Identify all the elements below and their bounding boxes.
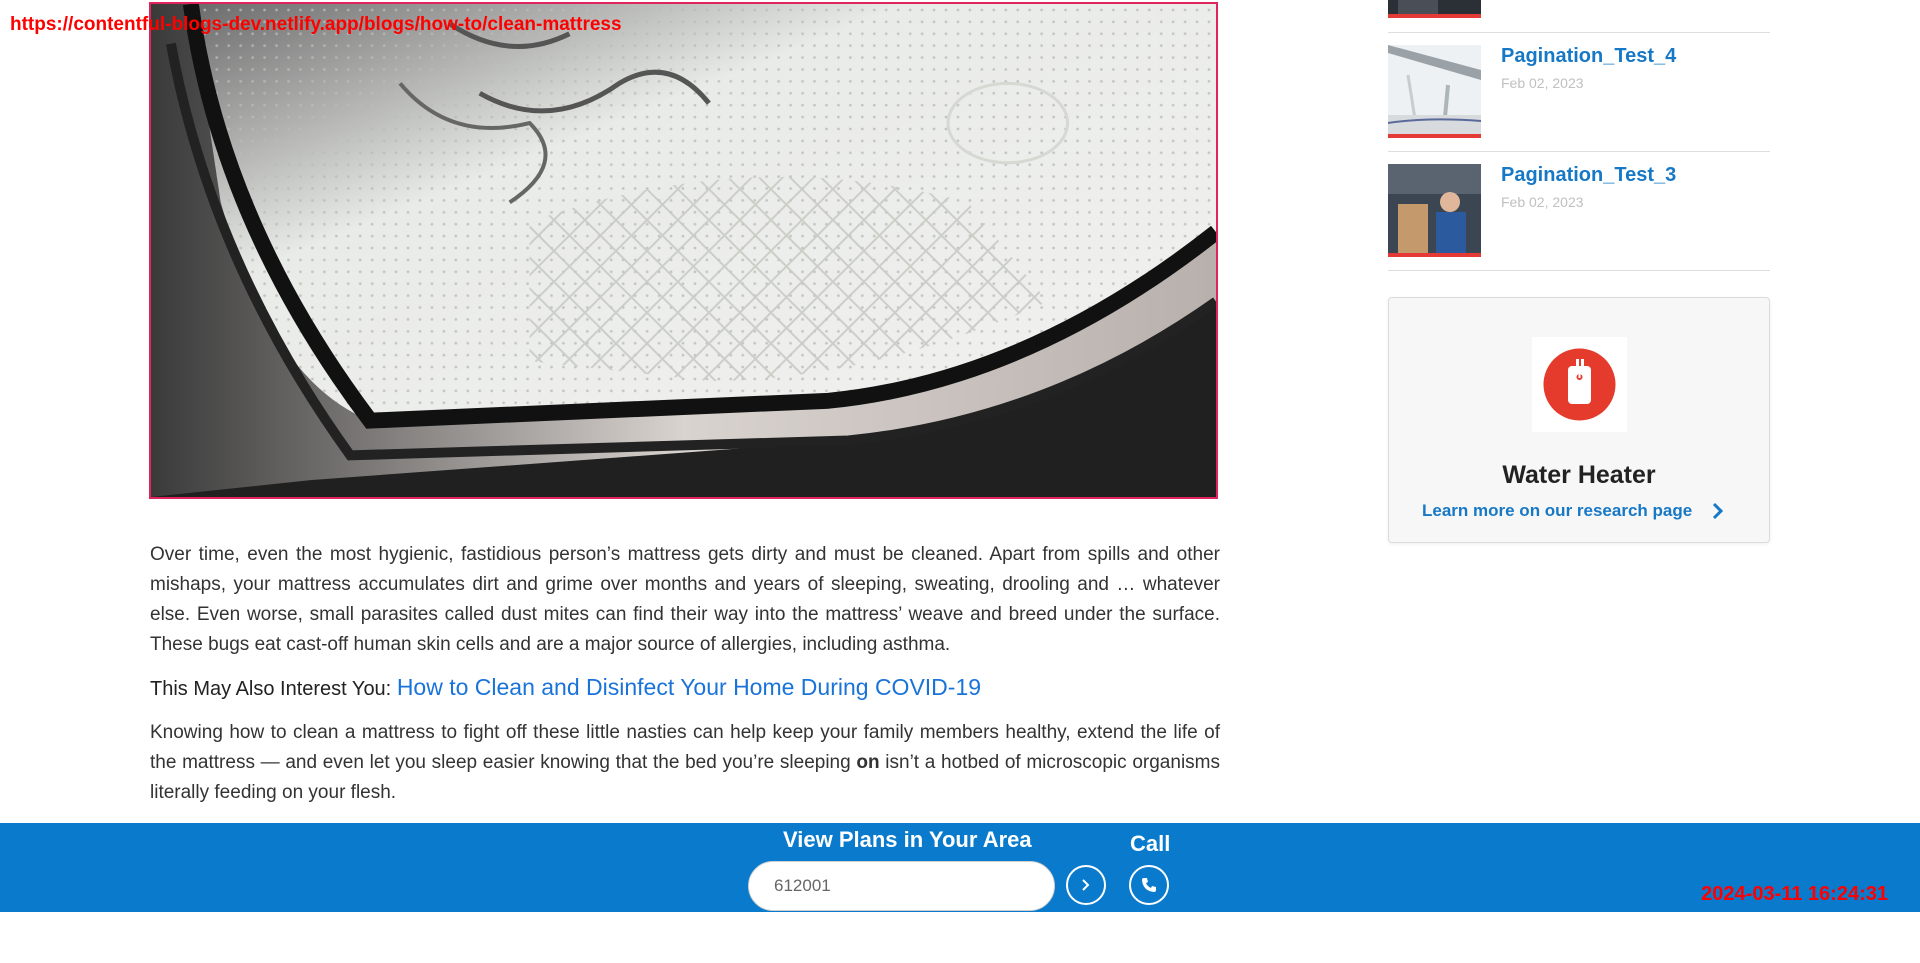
post-date: Feb 02, 2023 [1501, 75, 1584, 91]
mattress-photo [151, 4, 1216, 497]
view-plans-heading: View Plans in Your Area [783, 827, 1032, 852]
hero-image [149, 2, 1218, 499]
post-thumbnail[interactable] [1388, 45, 1481, 138]
zip-code-input[interactable] [748, 861, 1055, 911]
also-interest-link[interactable]: How to Clean and Disinfect Your Home Dur… [397, 674, 981, 700]
article-paragraph-2: Knowing how to clean a mattress to fight… [150, 718, 1220, 808]
call-button[interactable] [1129, 865, 1169, 905]
post-thumbnail[interactable] [1388, 164, 1481, 257]
url-overlay: https://contentful-blogs-dev.netlify.app… [10, 14, 622, 35]
also-interest-line: This May Also Interest You: How to Clean… [150, 672, 1220, 704]
article-body: Over time, even the most hygienic, fasti… [150, 540, 1220, 820]
post-date: Feb 02, 2023 [1501, 194, 1584, 210]
paragraph-2-emphasis: on [856, 752, 880, 773]
post-thumbnail[interactable] [1388, 0, 1481, 18]
sidebar-post-item[interactable]: Pagination_Test_4 Feb 02, 2023 [1388, 33, 1770, 152]
sidebar-post-item[interactable] [1388, 0, 1770, 33]
post-title-link[interactable]: Pagination_Test_4 [1501, 45, 1676, 68]
post-title-link[interactable]: Pagination_Test_3 [1501, 164, 1676, 187]
water-heater-icon [1532, 337, 1627, 432]
chevron-right-icon [1713, 502, 1724, 520]
article-paragraph-1: Over time, even the most hygienic, fasti… [150, 544, 1220, 655]
sidebar-post-item[interactable]: Pagination_Test_3 Feb 02, 2023 [1388, 152, 1770, 271]
research-page-link[interactable]: Learn more on our research page [1422, 501, 1724, 521]
sidebar-recent-posts: Pagination_Test_4 Feb 02, 2023 Paginatio… [1388, 0, 1770, 271]
research-card: Water Heater Learn more on our research … [1388, 297, 1770, 543]
phone-icon [1142, 878, 1156, 892]
research-card-title: Water Heater [1502, 461, 1656, 489]
zip-submit-button[interactable] [1066, 865, 1106, 905]
bottom-cta-bar: View Plans in Your Area Call [0, 823, 1920, 912]
timestamp-overlay: 2024-03-11 16:24:31 [1701, 883, 1888, 905]
also-interest-label: This May Also Interest You: [150, 678, 392, 700]
call-label: Call [1130, 831, 1171, 856]
research-link-label: Learn more on our research page [1422, 501, 1693, 520]
chevron-right-icon [1082, 879, 1090, 891]
